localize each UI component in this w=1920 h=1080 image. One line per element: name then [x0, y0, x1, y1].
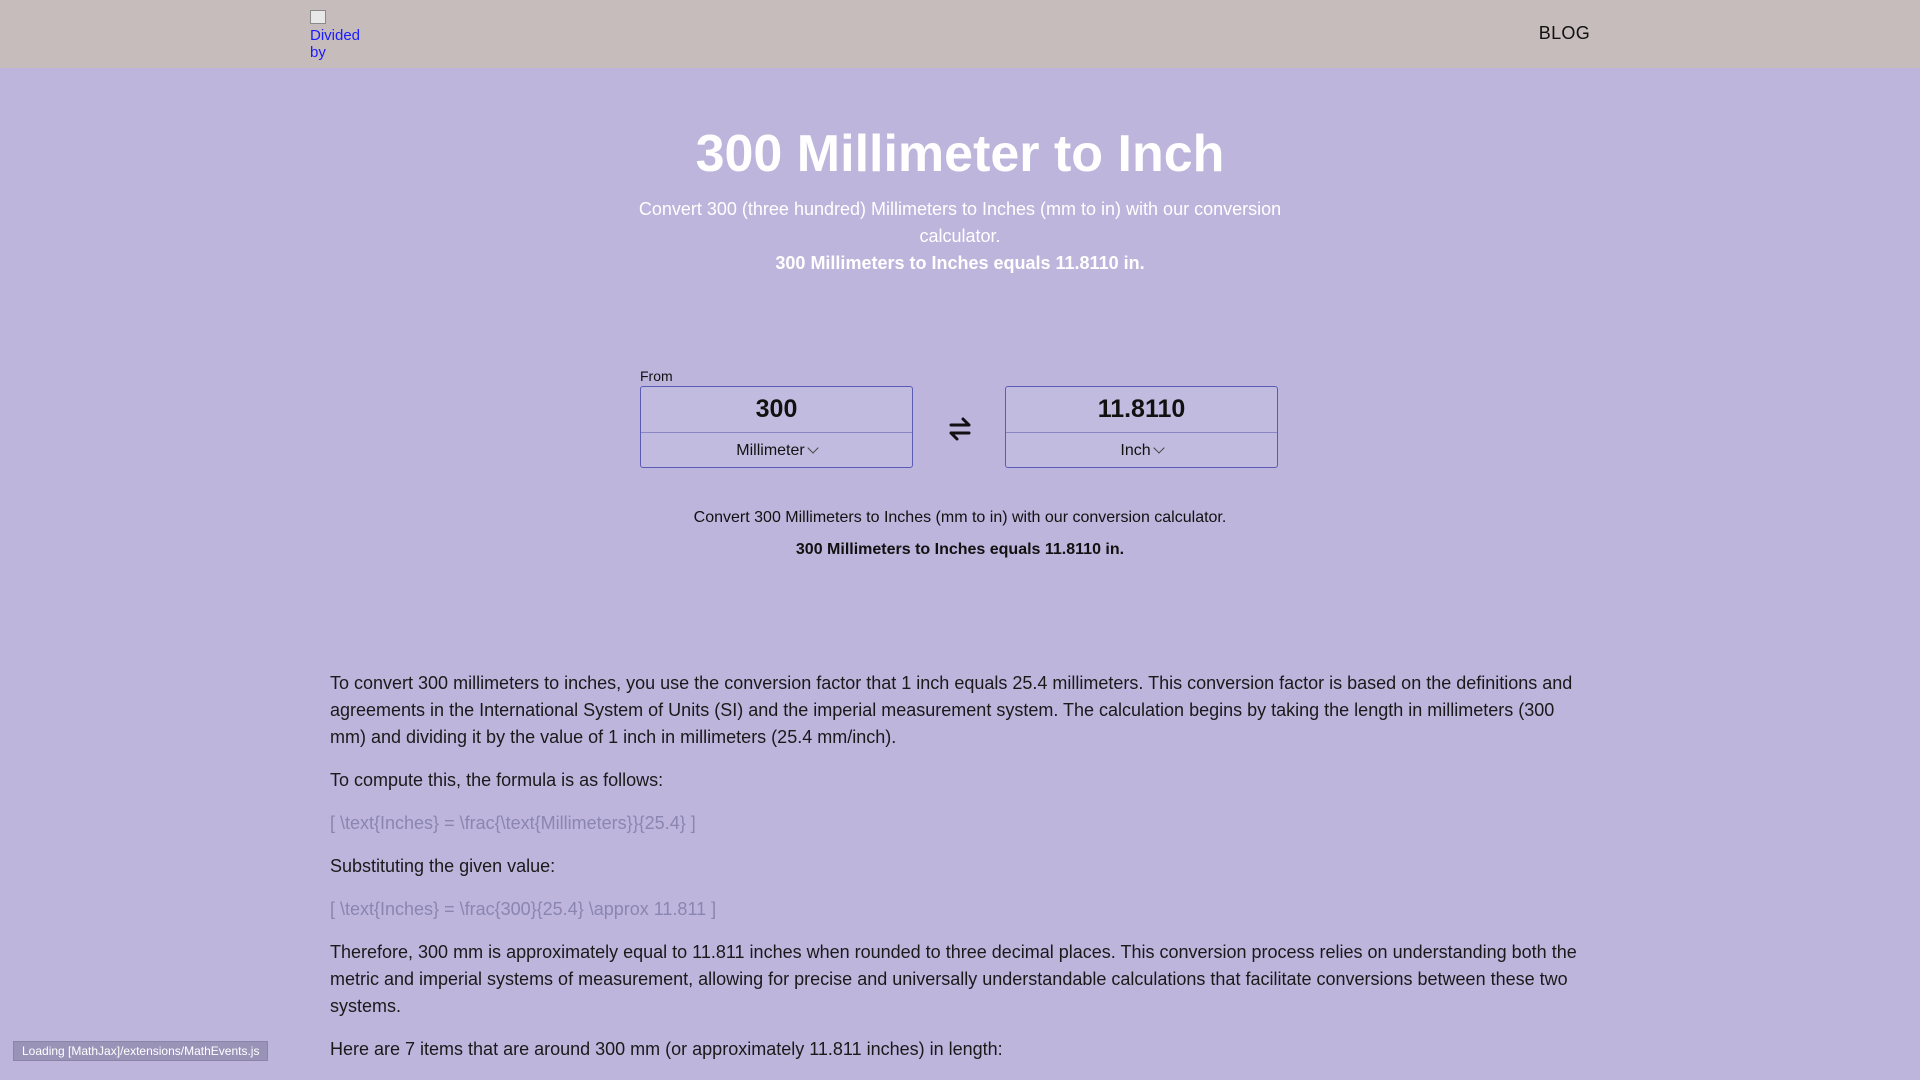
site-logo-link[interactable]: Divided by — [310, 10, 370, 61]
from-label: From — [640, 368, 673, 384]
article-paragraph: Substituting the given value: — [330, 856, 556, 876]
summary-description: Convert 300 Millimeters to Inches (mm to… — [693, 509, 1227, 526]
hero-result: 300 Millimeters to Inches equals 11.8110… — [775, 253, 1145, 273]
logo-alt-text-2: by — [310, 44, 326, 61]
blog-nav-link[interactable]: BLOG — [1539, 23, 1590, 44]
article-paragraph: To compute this, the formula is as follo… — [330, 770, 664, 790]
article-paragraph: Therefore, 300 mm is approximately equal… — [330, 942, 1577, 1016]
unit-converter: From 300 Millimeter 11.8110 Inch — [640, 368, 1280, 472]
mathjax-loading-status: Loading [MathJax]/extensions/MathEvents.… — [13, 1041, 269, 1061]
top-navbar: Divided by BLOG — [0, 0, 1920, 68]
broken-image-icon — [310, 10, 326, 24]
page-title: 300 Millimeter to Inch — [695, 125, 1225, 183]
summary-result: 300 Millimeters to Inches equals 11.8110… — [795, 541, 1125, 558]
from-value-input[interactable]: 300 — [641, 387, 912, 433]
math-formula: [ \text{Inches} = \frac{300}{25.4} \appr… — [330, 899, 717, 919]
article-body: To convert 300 millimeters to inches, yo… — [330, 670, 1590, 1079]
article-paragraph: To convert 300 millimeters to inches, yo… — [330, 673, 1573, 747]
hero-subtitle: Convert 300 (three hundred) Millimeters … — [638, 199, 1282, 246]
to-unit-select[interactable]: Inch — [1006, 433, 1277, 469]
from-unit-label: Millimeter — [736, 442, 805, 459]
to-unit-label: Inch — [1120, 442, 1151, 459]
summary-section: Convert 300 Millimeters to Inches (mm to… — [0, 506, 1920, 562]
logo-alt-text-1: Divided — [310, 27, 361, 44]
article-paragraph: Here are 7 items that are around 300 mm … — [330, 1039, 1003, 1059]
to-value-output[interactable]: 11.8110 — [1006, 387, 1277, 433]
from-unit-select[interactable]: Millimeter — [641, 433, 912, 469]
to-box: 11.8110 Inch — [1005, 386, 1278, 468]
chevron-down-icon — [1152, 442, 1165, 454]
math-formula: [ \text{Inches} = \frac{\text{Millimeter… — [330, 813, 696, 833]
from-box: 300 Millimeter — [640, 386, 913, 468]
hero-section: 300 Millimeter to Inch Convert 300 (thre… — [0, 120, 1920, 277]
swap-arrows-icon[interactable] — [945, 414, 975, 444]
chevron-down-icon — [807, 442, 819, 454]
